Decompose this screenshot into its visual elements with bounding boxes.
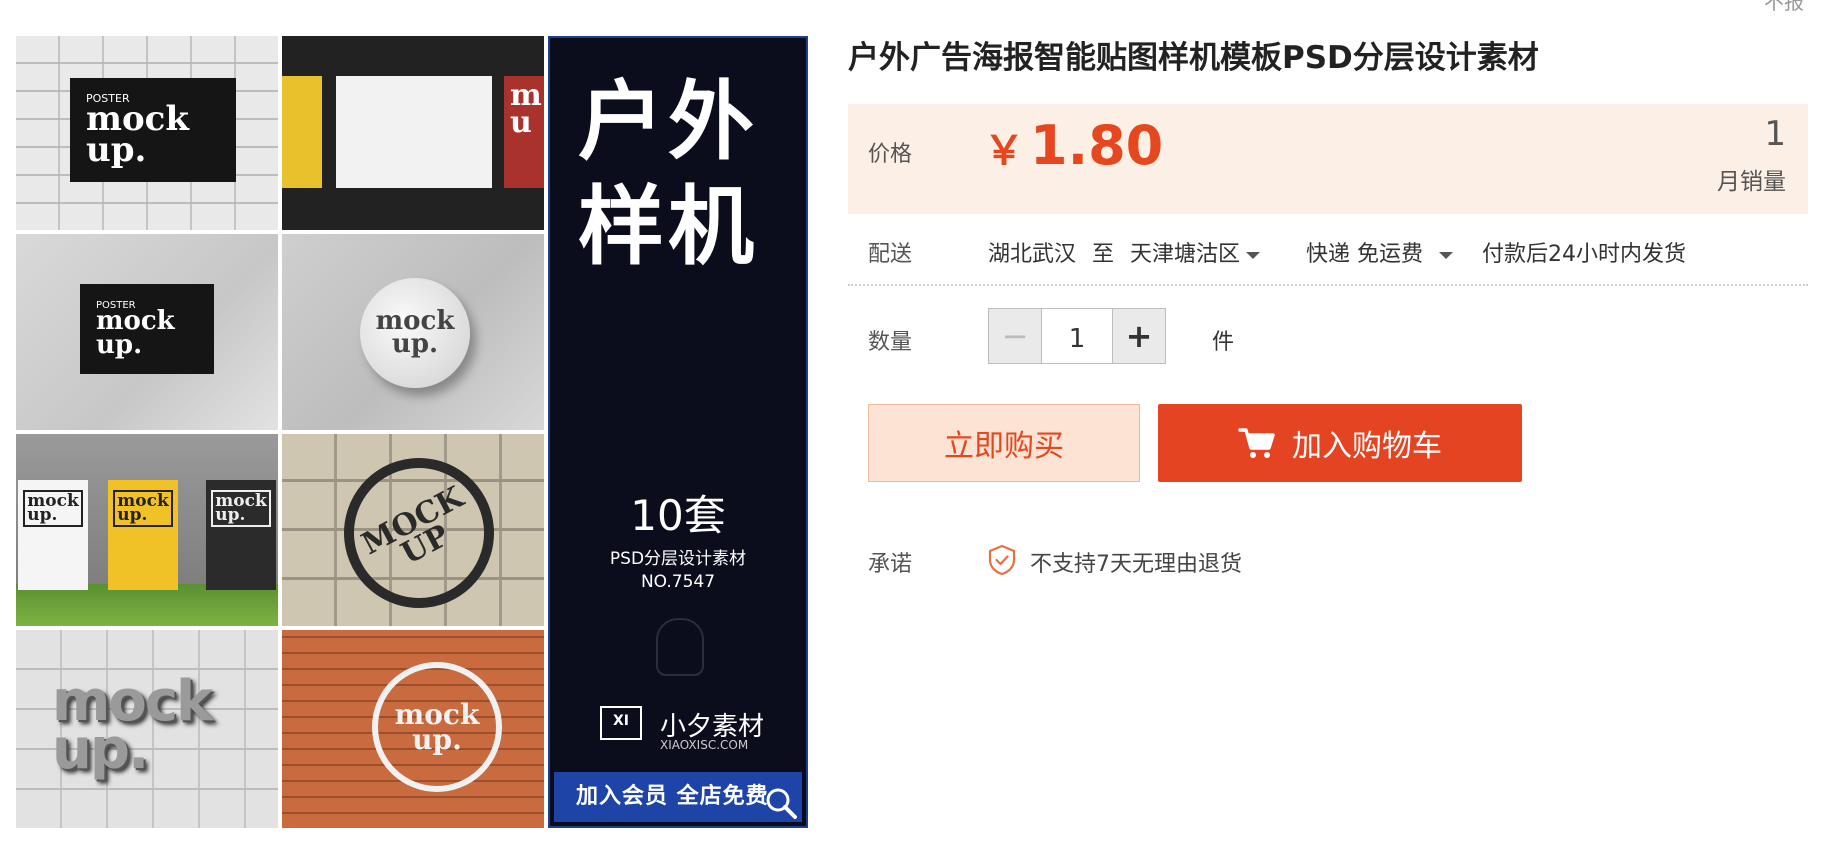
banner-subtitle: PSD分层设计素材 [609, 549, 747, 569]
quantity-label: 数量 [868, 330, 913, 355]
promise-text: 不支持7天无理由退货 [1030, 552, 1242, 577]
mockup-tile-shadow-poster: POSTER mock up. [16, 234, 278, 430]
mockup-text: up. [96, 329, 143, 360]
mockup-tile-three-posters: mock up. mock up. mock up. [16, 434, 278, 626]
price-amount: 1.80 [1030, 114, 1164, 177]
buy-now-button[interactable]: 立即购买 [868, 404, 1140, 482]
brick-circle-logo: mock up. [372, 662, 502, 792]
increase-button[interactable]: + [1113, 309, 1165, 363]
zoom-icon[interactable] [764, 786, 798, 820]
banner-title: 户外 样机 [578, 70, 758, 280]
brand-logo: XI [600, 706, 642, 740]
quantity-unit: 件 [1212, 330, 1235, 355]
mockup-tile-wall-poster: POSTER mock up. [16, 36, 278, 230]
red-poster: m u [504, 76, 544, 188]
mockup-tile-brick-circle: mock up. [282, 630, 544, 828]
shipping-method-selector[interactable]: 快递 免运费 [1306, 236, 1453, 268]
mockup-tile-stone-stamp: MOCK UP [282, 434, 544, 626]
banner-title-line: 户外 [578, 72, 758, 172]
quantity-input[interactable] [1041, 309, 1113, 363]
chevron-down-icon [1439, 251, 1453, 259]
shield-icon [988, 544, 1016, 576]
banner-title-line: 样机 [578, 176, 758, 277]
banner-number: NO.7547 [640, 572, 716, 592]
poster-card: mock up. [108, 480, 178, 590]
divider [848, 284, 1808, 286]
mockup-text: up. [391, 329, 439, 359]
destination-selector[interactable]: 天津塘沽区 [1130, 236, 1261, 268]
mockup-text: up. [86, 129, 147, 170]
destination-text: 天津塘沽区 [1130, 242, 1241, 267]
product-title: 户外广告海报智能贴图样机模板PSD分层设计素材 [848, 40, 1539, 76]
monthly-sales-label: 月销量 [1717, 169, 1786, 195]
promo-banner: 户外 样机 10套 PSD分层设计素材 NO.7547 XI 小夕素材 XIAO… [548, 36, 808, 828]
mockup-tile-round-sign: mock up. [282, 234, 544, 430]
top-note: 不报 [1764, 0, 1804, 14]
poster-card: mock up. [18, 480, 88, 590]
stamp-mark: MOCK UP [317, 434, 521, 626]
add-to-cart-label: 加入购物车 [1292, 429, 1442, 464]
product-main-image[interactable]: POSTER mock up. m u POSTER mock up. mock… [16, 36, 808, 828]
brand-url: XIAOXISC.COM [660, 738, 749, 752]
add-to-cart-button[interactable]: 加入购物车 [1158, 404, 1522, 482]
mockup-tile-street-posters: m u [282, 36, 544, 230]
mockup-text: u [510, 105, 532, 140]
banner-set-count: 10套 [630, 491, 726, 540]
delivery-origin: 湖北武汉 [988, 242, 1077, 267]
poster-card: mock up. [206, 480, 276, 590]
price-label: 价格 [868, 142, 913, 167]
delivery-label: 配送 [868, 242, 913, 267]
mockup-tile-stone-3d-logo: mock up. [16, 630, 278, 828]
promise-label: 承诺 [868, 552, 913, 577]
monthly-sales-count: 1 [1764, 114, 1786, 154]
chevron-down-icon [1246, 251, 1261, 259]
currency-symbol: ￥ [984, 128, 1024, 174]
decrease-button[interactable]: − [989, 309, 1041, 363]
ship-time: 付款后24小时内发货 [1482, 242, 1686, 267]
white-poster [336, 76, 492, 188]
quantity-stepper: − + [988, 308, 1166, 364]
yellow-poster [282, 76, 322, 188]
round-sign: mock up. [360, 278, 470, 388]
delivery-to: 至 [1092, 242, 1115, 267]
cart-icon [1238, 428, 1275, 458]
price-value: ￥ 1.80 [984, 114, 1163, 177]
price-panel: 价格 ￥ 1.80 1 月销量 [848, 104, 1808, 214]
elephant-watermark-icon [656, 618, 704, 676]
shipping-method-text: 快递 免运费 [1306, 242, 1423, 267]
